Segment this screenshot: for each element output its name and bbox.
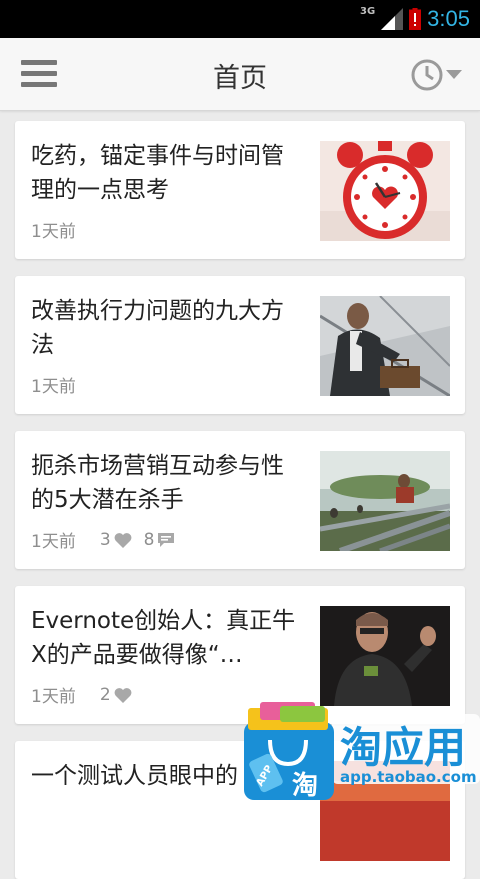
watermark-brand: 淘应用 (340, 723, 466, 772)
signal-icon (381, 8, 404, 30)
article-time: 1天前 (31, 377, 76, 397)
article-title: 吃药，锚定事件与时间管理的一点思考 (31, 143, 284, 203)
article-thumbnail (320, 606, 450, 706)
heart-icon (114, 687, 132, 703)
article-time: 1天前 (31, 687, 76, 707)
app-bar: 首页 (0, 38, 480, 111)
like-count: 3 (100, 530, 132, 550)
battery-low-icon (409, 8, 422, 30)
article-thumbnail (320, 296, 450, 396)
chevron-down-icon (446, 70, 462, 79)
article-title: 扼杀市场营销互动参与性的5大潜在杀手 (31, 453, 284, 513)
network-type-label: 3G (360, 6, 376, 17)
status-bar: 3G 3:05 (0, 0, 480, 38)
history-filter-button[interactable] (410, 58, 468, 92)
article-title: 改善执行力问题的九大方法 (31, 298, 284, 358)
article-thumbnail (320, 141, 450, 241)
heart-icon (114, 532, 132, 548)
article-title: Evernote创始人：真正牛X的产品要做得像“… (31, 608, 296, 668)
article-card[interactable]: 吃药，锚定事件与时间管理的一点思考 1天前 (15, 121, 465, 259)
article-card[interactable]: 改善执行力问题的九大方法 1天前 (15, 276, 465, 414)
clock-time: 3:05 (427, 6, 470, 31)
comment-count: 8 (144, 530, 176, 550)
comment-icon (158, 532, 175, 547)
like-count: 2 (100, 685, 132, 705)
article-time: 1天前 (31, 532, 76, 552)
watermark-url: app.taobao.com (340, 768, 477, 786)
taobao-app-watermark: APP 淘 淘应用 app.taobao.com (240, 700, 480, 801)
article-card[interactable]: 扼杀市场营销互动参与性的5大潜在杀手 1天前 3 8 (15, 431, 465, 569)
clock-icon (411, 59, 443, 91)
article-time: 1天前 (31, 222, 76, 242)
article-thumbnail (320, 451, 450, 551)
taobao-glyph: 淘 (292, 771, 318, 800)
page-title: 首页 (213, 63, 267, 94)
